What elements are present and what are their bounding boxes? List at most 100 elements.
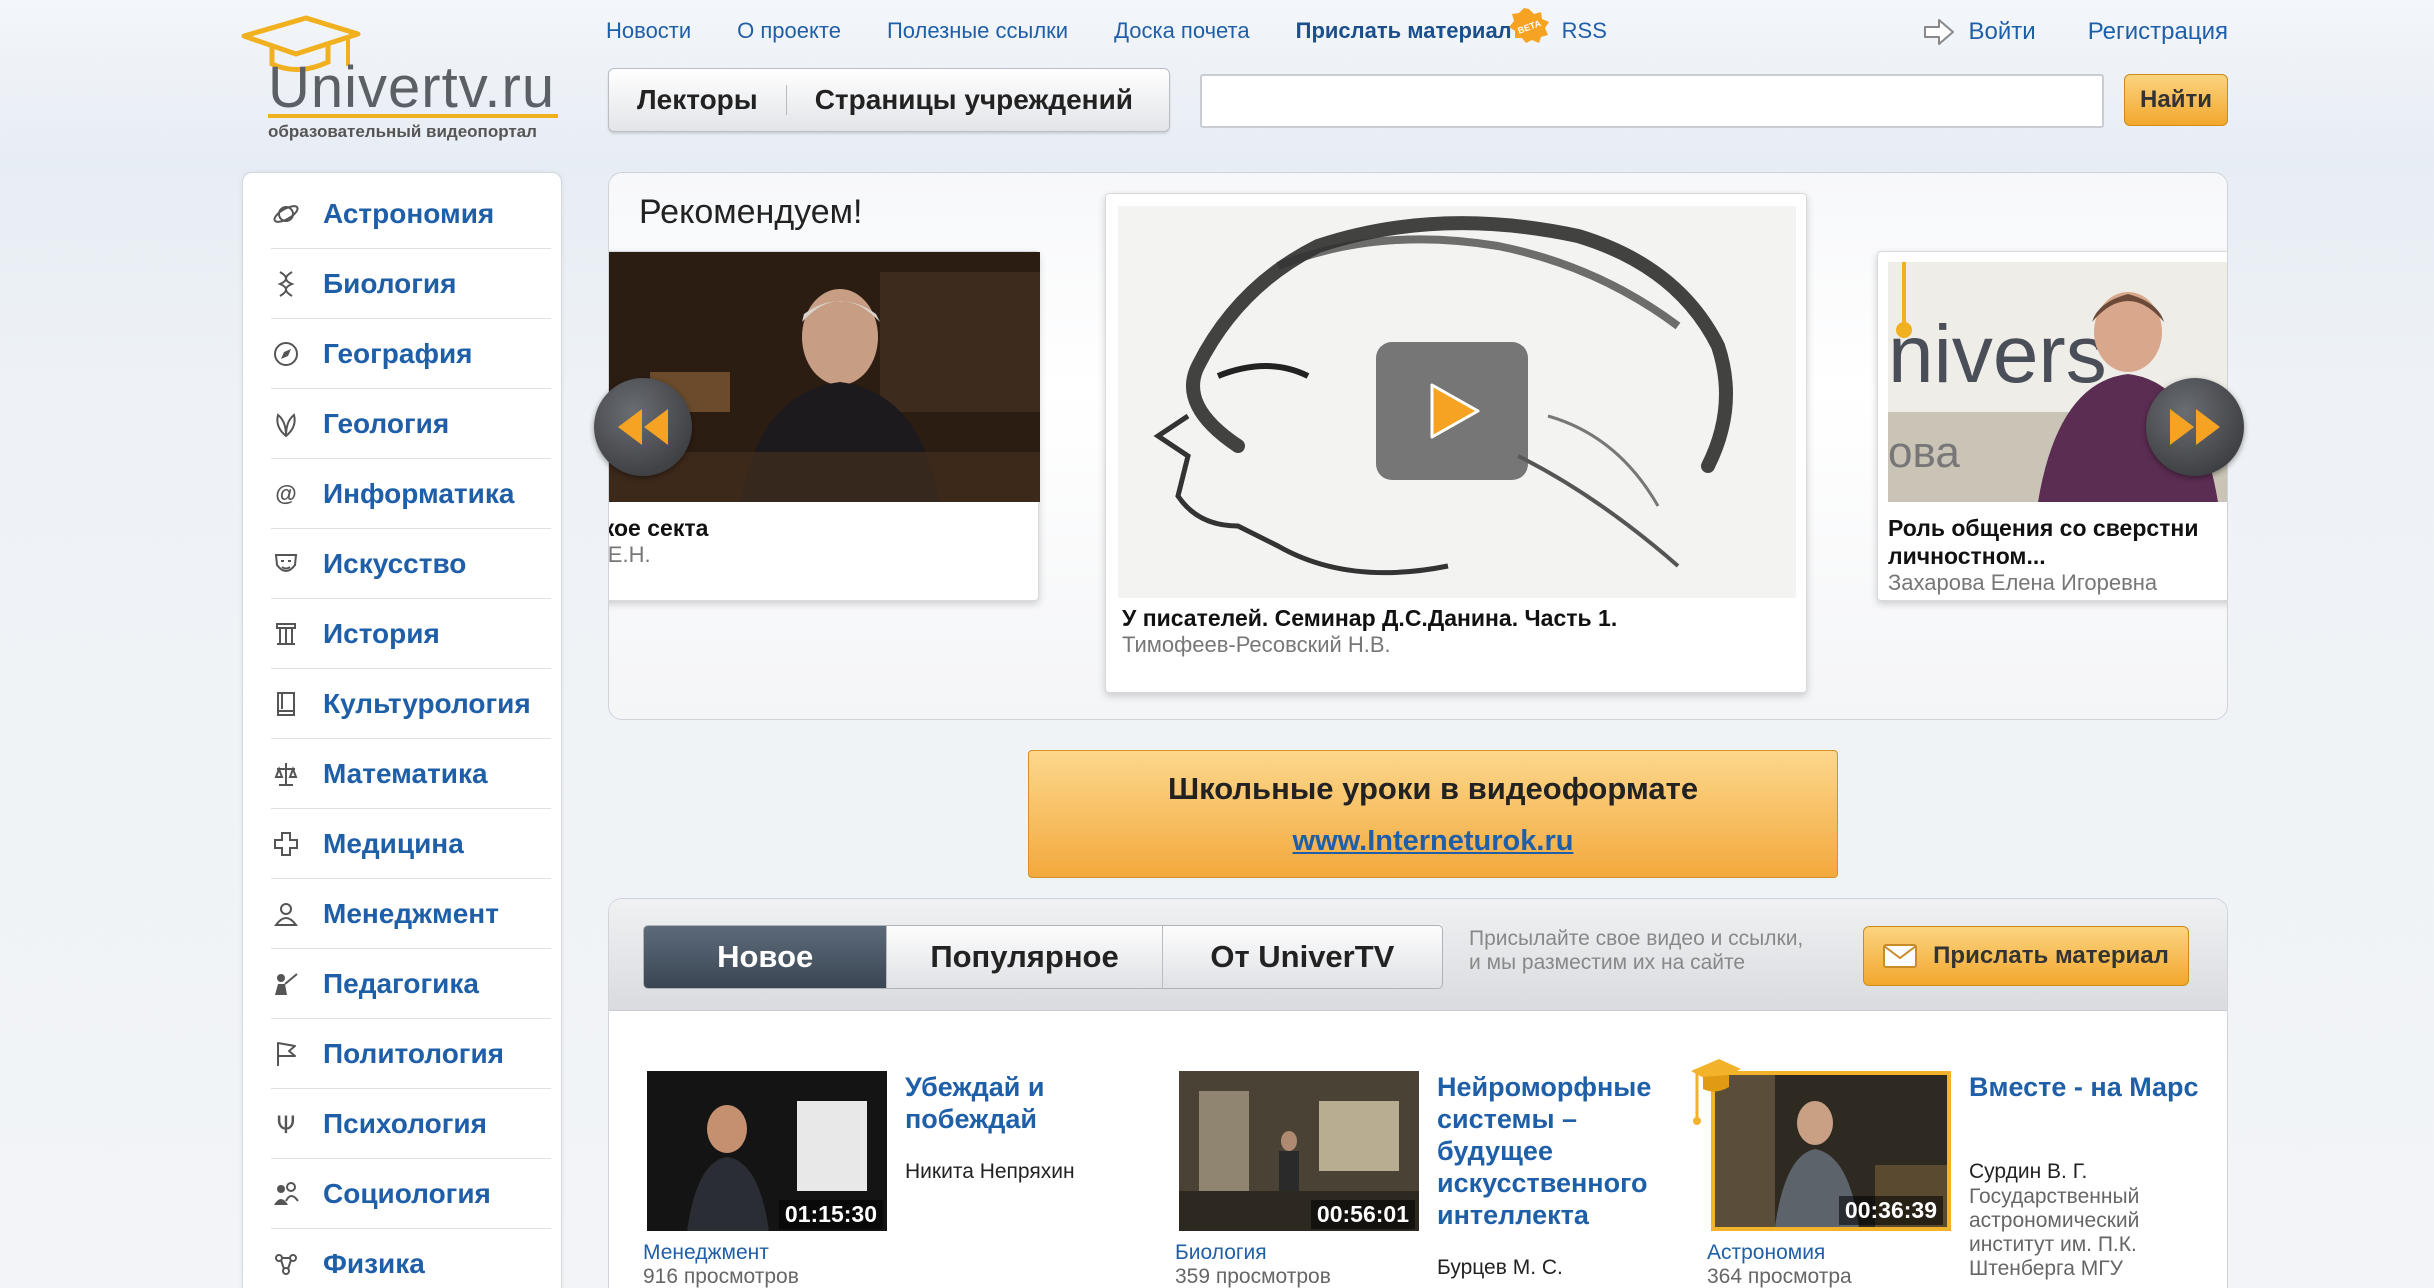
header-tabs: Лекторы Страницы учреждений	[608, 68, 1170, 132]
video-list-header: Новое Популярное От UniverTV Присылайте …	[609, 899, 2227, 1011]
carousel-left-title[interactable]: акое секта	[609, 514, 708, 542]
video-views: 916 просмотров	[643, 1265, 799, 1288]
send-material-button[interactable]: Прислать материал	[1863, 926, 2189, 986]
sidebar-item-label: Психология	[323, 1107, 487, 1139]
tab-new[interactable]: Новое	[644, 926, 888, 988]
video-thumbnail[interactable]: 01:15:30	[647, 1071, 887, 1231]
video-title[interactable]: Убеждай и побеждай	[905, 1071, 1145, 1135]
sidebar-item[interactable]: @ Информатика	[271, 459, 551, 529]
planet-icon	[271, 199, 301, 229]
column-icon	[271, 619, 301, 649]
nav-links[interactable]: Полезные ссылки	[887, 18, 1068, 44]
sidebar-item-label: Искусство	[323, 547, 467, 579]
school-lessons-banner[interactable]: Школьные уроки в видеоформате www.Intern…	[1028, 750, 1838, 878]
tab-popular[interactable]: Популярное	[887, 926, 1163, 988]
video-thumbnail[interactable]: 00:36:39	[1711, 1071, 1951, 1231]
video-views: 359 просмотров	[1175, 1265, 1331, 1288]
carousel-thumb-center	[1118, 206, 1796, 598]
nav-honor-board[interactable]: Доска почета	[1114, 18, 1250, 44]
video-views: 364 просмотра	[1707, 1265, 1852, 1288]
sidebar-item[interactable]: Медицина	[271, 809, 551, 879]
people-icon	[271, 1179, 301, 1209]
login-link[interactable]: Войти	[1969, 18, 2036, 46]
auth-links: Войти Регистрация	[1923, 18, 2228, 46]
video-title[interactable]: Вместе - на Марс	[1969, 1071, 2209, 1103]
nav-send-material[interactable]: Прислать материал	[1296, 18, 1512, 44]
sidebar-item-label: Политология	[323, 1037, 505, 1069]
sidebar-item[interactable]: Физика	[271, 1229, 551, 1288]
sidebar-item[interactable]: Культурология	[271, 669, 551, 739]
video-organization: Государственный астрономический институт…	[1969, 1185, 2140, 1280]
video-author[interactable]: Никита Непряхин	[905, 1161, 1075, 1183]
sidebar-item[interactable]: Социология	[271, 1159, 551, 1229]
teacher-icon	[271, 969, 301, 999]
video-duration: 00:36:39	[1838, 1196, 1943, 1225]
carousel-right-title[interactable]: Роль общения со сверстни личностном...	[1888, 514, 2227, 570]
sidebar-item[interactable]: Ψ Психология	[271, 1089, 551, 1159]
envelope-icon	[1883, 944, 1918, 968]
video-title[interactable]: Нейроморфные системы – будущее искусстве…	[1437, 1071, 1677, 1231]
video-author[interactable]: Бурцев М. С.	[1437, 1257, 1563, 1279]
tab-from-univertv[interactable]: От UniverTV	[1163, 926, 1442, 988]
video-item: 01:15:30 Убеждай и побеждай Никита Непря…	[643, 1071, 1167, 1288]
carousel-center-title[interactable]: У писателей. Семинар Д.С.Данина. Часть 1…	[1122, 604, 1617, 632]
sidebar-item[interactable]: Математика	[271, 739, 551, 809]
banner-link[interactable]: www.Interneturok.ru	[1293, 825, 1574, 858]
sidebar-item-label: Физика	[323, 1247, 425, 1279]
play-button[interactable]	[1376, 342, 1528, 480]
scales-icon	[271, 759, 301, 789]
video-category[interactable]: Астрономия	[1707, 1241, 1825, 1265]
logo-title: Univertv.ru	[268, 55, 556, 120]
nav-news[interactable]: Новости	[606, 18, 691, 44]
svg-text:Ψ: Ψ	[277, 1111, 296, 1139]
sidebar-item-label: Культурология	[323, 687, 531, 719]
play-icon	[1430, 383, 1480, 439]
cross-icon	[271, 829, 301, 859]
psi-icon: Ψ	[271, 1109, 301, 1139]
sidebar-item-label: Менеджмент	[323, 897, 499, 929]
video-category[interactable]: Биология	[1175, 1241, 1267, 1265]
sidebar-item-label: История	[323, 617, 440, 649]
sidebar-item[interactable]: Астрономия	[271, 179, 551, 249]
sidebar-item[interactable]: Искусство	[271, 529, 551, 599]
carousel-card-center[interactable]: У писателей. Семинар Д.С.Данина. Часть 1…	[1105, 193, 1807, 693]
sidebar-item-label: География	[323, 337, 473, 369]
sidebar-item-label: Астрономия	[323, 197, 495, 229]
tab-lecturers[interactable]: Лекторы	[609, 84, 786, 116]
subject-sidebar: Астрономия Биология География Геология @ Инфо…	[242, 172, 562, 1288]
sidebar-item-label: Информатика	[323, 477, 515, 509]
register-link[interactable]: Регистрация	[2088, 18, 2228, 46]
recommended-carousel: Рекомендуем! акое секта в Е.Н.	[608, 172, 2228, 720]
tab-institutions[interactable]: Страницы учреждений	[787, 84, 1161, 116]
nav-about[interactable]: О проекте	[737, 18, 841, 44]
logo-subtitle: образовательный видеопортал	[268, 122, 537, 141]
video-author[interactable]: Сурдин В. Г.	[1969, 1161, 2087, 1183]
sidebar-item[interactable]: Педагогика	[271, 949, 551, 1019]
video-thumbnail[interactable]: 00:56:01	[1179, 1071, 1419, 1231]
sidebar-item-label: Социология	[323, 1177, 491, 1209]
carousel-next-button[interactable]	[2146, 378, 2244, 476]
dna-icon	[271, 269, 301, 299]
sidebar-item-label: Педагогика	[323, 967, 479, 999]
site-logo[interactable]: Univertv.ru образовательный видеопортал	[236, 14, 566, 141]
at-icon: @	[271, 479, 301, 509]
sidebar-item[interactable]: Менеджмент	[271, 879, 551, 949]
sidebar-item-label: Биология	[323, 267, 457, 299]
search-input[interactable]	[1200, 74, 2104, 128]
sidebar-item[interactable]: Геология	[271, 389, 551, 459]
sidebar-item[interactable]: История	[271, 599, 551, 669]
nav-rss[interactable]: RSS	[1562, 18, 1607, 44]
search-button[interactable]: Найти	[2124, 74, 2228, 126]
video-item: 00:36:39 Вместе - на Марс Сурдин В. Г. Г…	[1707, 1071, 2227, 1288]
sidebar-item[interactable]: Биология	[271, 249, 551, 319]
carousel-prev-button[interactable]	[594, 378, 692, 476]
sidebar-item[interactable]: Политология	[271, 1019, 551, 1089]
book-icon	[271, 689, 301, 719]
sidebar-item[interactable]: География	[271, 319, 551, 389]
featured-cap-icon	[1691, 1059, 1741, 1125]
banner-title: Школьные уроки в видеоформате	[1167, 771, 1699, 806]
video-category[interactable]: Менеджмент	[643, 1241, 769, 1265]
carousel-right-author: Захарова Елена Игоревна	[1888, 570, 2158, 595]
send-video-note: Присылайте свое видео и ссылки, и мы раз…	[1469, 927, 1803, 975]
video-duration: 00:56:01	[1310, 1200, 1415, 1229]
